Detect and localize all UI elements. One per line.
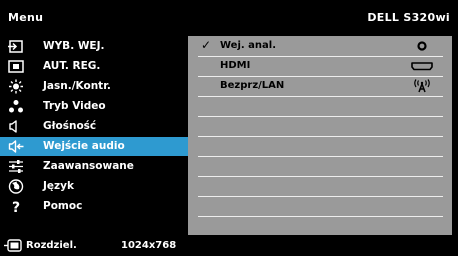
advanced-settings-icon xyxy=(9,160,23,173)
option-label: Bezprz/LAN xyxy=(220,80,285,91)
divider xyxy=(198,196,443,197)
menu-item-label: Zaawansowane xyxy=(43,160,134,172)
analog-audio-icon xyxy=(417,41,427,51)
option-label: HDMI xyxy=(220,60,251,71)
menu-item-language[interactable]: Język xyxy=(0,177,188,196)
input-select-icon xyxy=(8,40,23,53)
wireless-icon xyxy=(414,79,430,93)
svg-text:?: ? xyxy=(12,200,20,214)
divider xyxy=(198,176,443,177)
menu-item-label: Głośność xyxy=(43,120,97,132)
menu-item-video-mode[interactable]: Tryb Video xyxy=(0,97,188,116)
projector-model: DELL S320wi xyxy=(367,11,450,24)
menu-item-label: WYB. WEJ. xyxy=(43,40,105,52)
divider xyxy=(198,136,443,137)
auto-adjust-icon xyxy=(8,60,24,73)
main-menu: WYB. WEJ. AUT. REG. Jasn./Kontr. Tryb Vi… xyxy=(0,36,188,235)
resolution-label: Rozdziel. xyxy=(26,240,77,251)
menu-item-advanced[interactable]: Zaawansowane xyxy=(0,157,188,176)
menu-item-brightness-contrast[interactable]: Jasn./Kontr. xyxy=(0,77,188,96)
help-icon: ? xyxy=(12,200,20,214)
language-icon xyxy=(8,179,24,194)
option-wireless-lan[interactable]: Bezprz/LAN xyxy=(198,76,443,97)
menu-item-label: Jasn./Kontr. xyxy=(43,80,111,92)
hdmi-icon xyxy=(411,62,433,71)
volume-icon xyxy=(9,120,17,133)
menu-header: Menu DELL S320wi xyxy=(0,0,458,36)
menu-item-input-select[interactable]: WYB. WEJ. xyxy=(0,37,188,56)
resolution-icon xyxy=(4,239,22,252)
menu-item-label: Tryb Video xyxy=(43,100,106,112)
menu-item-label: AUT. REG. xyxy=(43,60,101,72)
audio-input-panel: ✓ Wej. anal. HDMI Bezprz/LAN xyxy=(188,36,452,235)
divider xyxy=(198,216,443,217)
menu-item-help[interactable]: ? Pomoc xyxy=(0,197,188,216)
option-hdmi[interactable]: HDMI xyxy=(198,56,443,77)
menu-item-label: Język xyxy=(43,180,74,192)
brightness-icon xyxy=(9,79,23,94)
menu-item-label: Pomoc xyxy=(43,200,83,212)
video-mode-icon xyxy=(9,100,23,113)
menu-item-label: Wejście audio xyxy=(43,140,125,152)
option-label: Wej. anal. xyxy=(220,40,277,51)
menu-item-audio-input[interactable]: Wejście audio xyxy=(0,137,188,156)
resolution-value: 1024x768 xyxy=(121,240,177,251)
divider xyxy=(198,116,443,117)
menu-item-auto-adjust[interactable]: AUT. REG. xyxy=(0,57,188,76)
divider xyxy=(198,156,443,157)
check-mark-icon: ✓ xyxy=(201,38,212,52)
audio-input-icon xyxy=(8,140,24,153)
status-bar: Rozdziel. 1024x768 xyxy=(0,235,458,256)
menu-item-volume[interactable]: Głośność xyxy=(0,117,188,136)
option-analog[interactable]: ✓ Wej. anal. xyxy=(198,36,443,57)
menu-title: Menu xyxy=(8,11,44,24)
